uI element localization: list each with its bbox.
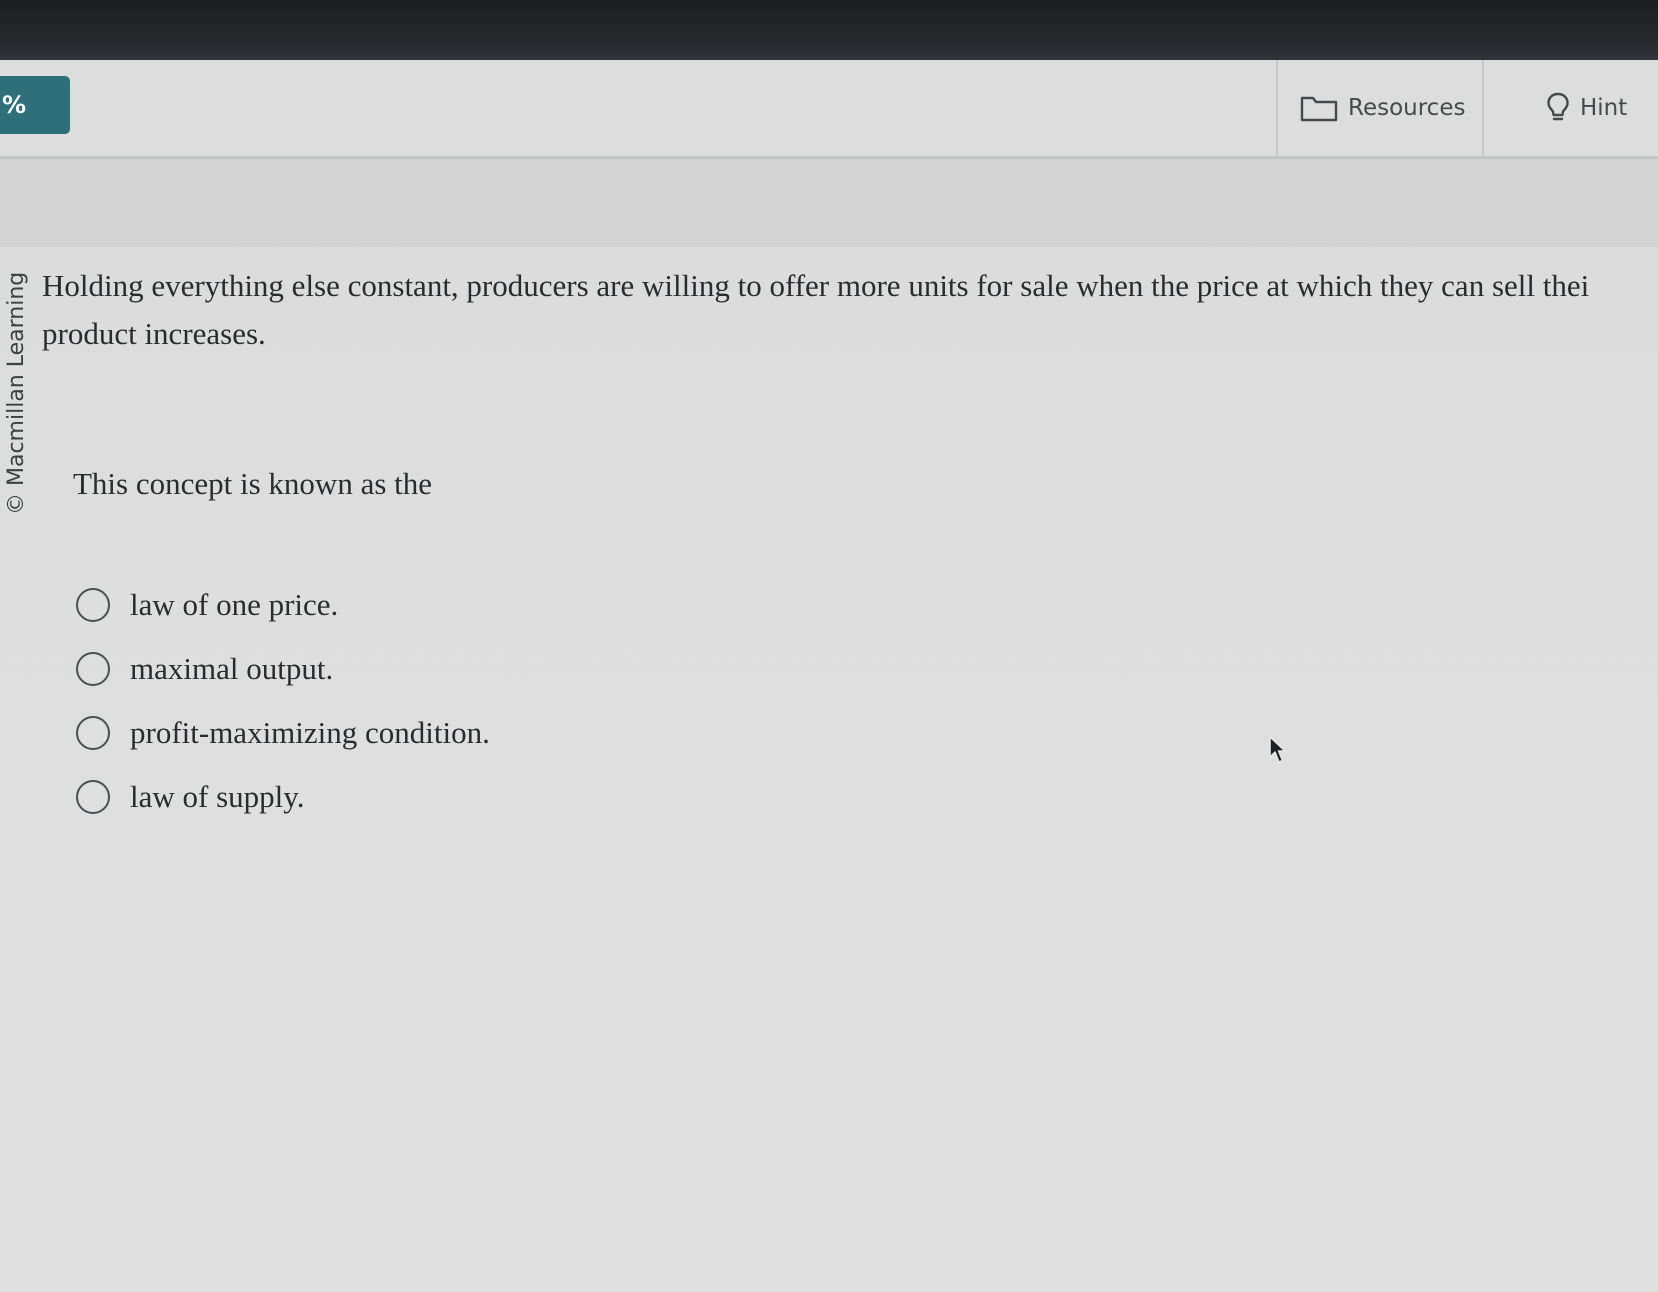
resources-label: Resources	[1348, 95, 1466, 121]
header-band	[0, 159, 1658, 247]
option-label: law of one price.	[130, 587, 339, 622]
option-label: law of supply.	[130, 779, 305, 814]
answer-option[interactable]: law of one price.	[76, 573, 490, 637]
answer-option[interactable]: maximal output.	[76, 637, 490, 701]
answer-options: law of one price. maximal output. profit…	[76, 573, 490, 829]
screen-bezel	[0, 0, 1658, 60]
score-tab[interactable]: %	[0, 76, 70, 134]
hint-label: Hint	[1580, 95, 1628, 121]
answer-option[interactable]: profit-maximizing condition.	[76, 701, 490, 765]
answer-option[interactable]: law of supply.	[76, 765, 490, 829]
folder-icon	[1300, 94, 1338, 122]
option-label: profit-maximizing condition.	[130, 715, 490, 750]
resources-button[interactable]: Resources	[1276, 60, 1484, 156]
radio-button[interactable]	[76, 716, 110, 750]
question-toolbar: % Resources Hint	[0, 60, 1658, 159]
copyright-text: © Macmillan Learning	[4, 271, 29, 515]
radio-button[interactable]	[76, 652, 110, 686]
copyright-credit: © Macmillan Learning	[0, 270, 36, 540]
question-text: Holding everything else constant, produc…	[42, 268, 1590, 351]
question-prompt: This concept is known as the	[73, 466, 433, 501]
radio-button[interactable]	[76, 780, 110, 814]
hint-button[interactable]: Hint	[1484, 60, 1658, 156]
radio-button[interactable]	[76, 588, 110, 622]
lightbulb-icon	[1546, 92, 1570, 124]
option-label: maximal output.	[130, 651, 334, 686]
mouse-pointer-icon	[1268, 735, 1290, 770]
